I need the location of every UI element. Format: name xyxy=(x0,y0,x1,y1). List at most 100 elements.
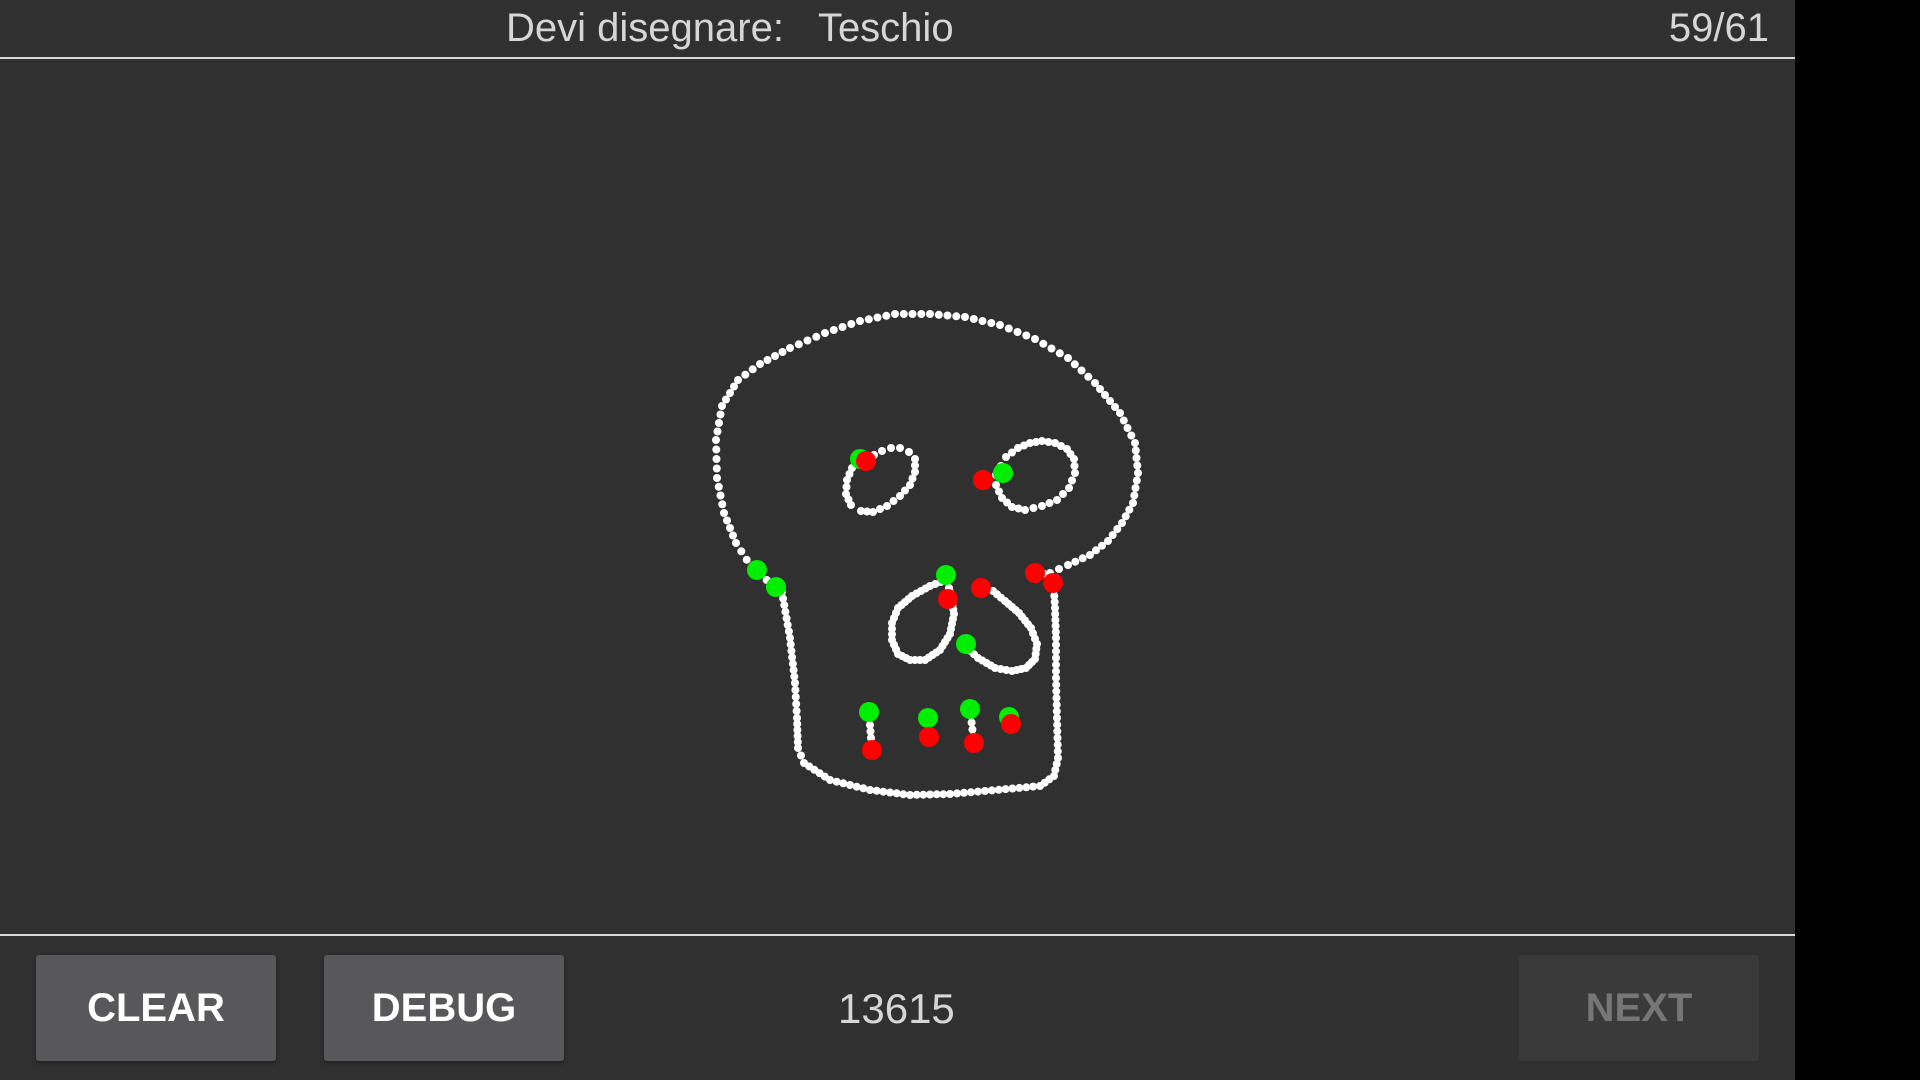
stroke-point xyxy=(713,427,722,436)
stroke-point xyxy=(857,507,865,515)
stroke-start-marker xyxy=(859,702,879,722)
stroke-point xyxy=(763,356,772,364)
stroke-point xyxy=(1071,557,1080,566)
stroke-point xyxy=(968,725,977,734)
stroke-point xyxy=(859,784,868,793)
stroke-point xyxy=(1130,491,1139,500)
debug-button[interactable]: DEBUG xyxy=(324,955,564,1061)
stroke-point xyxy=(714,482,723,491)
stroke-point xyxy=(1084,372,1093,381)
stroke-point xyxy=(1055,349,1064,358)
drawing-canvas[interactable] xyxy=(0,59,1795,934)
stroke-point xyxy=(1070,455,1078,463)
stroke-point xyxy=(716,410,725,419)
stroke-point xyxy=(1053,496,1061,504)
stroke-point xyxy=(1132,476,1141,485)
stroke-point xyxy=(1045,499,1054,507)
drawing-app: Devi disegnare: Teschio 59/61 CLEAR DEBUG… xyxy=(0,0,1795,1080)
stroke-point xyxy=(1070,462,1079,470)
stroke-point xyxy=(943,311,952,320)
stroke-point xyxy=(1086,551,1094,559)
stroke-point xyxy=(791,686,800,694)
stroke-end-marker xyxy=(856,451,876,471)
stroke-point xyxy=(1064,354,1072,362)
stroke-point xyxy=(1065,484,1073,492)
stroke-point xyxy=(1022,331,1031,340)
stroke-point xyxy=(1015,783,1024,792)
prompt-label: Devi disegnare: xyxy=(506,6,784,50)
stroke-point xyxy=(1078,554,1087,563)
stroke-point xyxy=(1008,784,1017,793)
stroke-start-marker xyxy=(747,560,767,580)
stroke-point xyxy=(792,700,801,708)
stroke-point xyxy=(908,310,917,318)
stroke-point xyxy=(1068,476,1076,485)
stroke-point xyxy=(960,788,968,797)
stroke-point xyxy=(1121,512,1130,521)
stroke-point xyxy=(715,419,723,427)
stroke-point xyxy=(729,531,737,540)
stroke-point xyxy=(978,317,987,325)
clear-button[interactable]: CLEAR xyxy=(36,955,276,1061)
stroke-point xyxy=(873,313,882,322)
progress-counter: 59/61 xyxy=(1668,6,1769,50)
stroke-point xyxy=(946,790,954,798)
footer-divider xyxy=(0,934,1795,936)
stroke-point xyxy=(981,787,989,795)
stroke-point xyxy=(992,481,1000,489)
stroke-point xyxy=(734,376,742,384)
stroke-point xyxy=(1022,783,1031,792)
stroke-point xyxy=(838,323,847,331)
stroke-point xyxy=(791,693,800,701)
stroke-point xyxy=(1059,490,1067,498)
stroke-point xyxy=(829,326,838,334)
stroke-end-marker xyxy=(973,470,993,490)
stroke-point xyxy=(856,317,864,325)
header-bar: Devi disegnare: Teschio 59/61 xyxy=(0,0,1795,59)
stroke-point xyxy=(1064,561,1072,569)
stroke-point xyxy=(1119,416,1128,425)
stroke-point xyxy=(1123,424,1132,432)
stroke-end-marker xyxy=(938,589,958,609)
stroke-point xyxy=(926,310,934,318)
score-value: 13615 xyxy=(838,985,955,1032)
stroke-point xyxy=(896,444,904,452)
stroke-point xyxy=(718,500,727,509)
stroke-point xyxy=(778,348,787,356)
stroke-start-marker xyxy=(993,463,1013,483)
stroke-point xyxy=(882,311,891,320)
stroke-point xyxy=(876,505,884,513)
stroke-point xyxy=(794,340,803,349)
stroke-point xyxy=(1031,335,1039,343)
stroke-point xyxy=(896,492,904,500)
next-button[interactable]: NEXT xyxy=(1519,955,1759,1061)
stroke-point xyxy=(1055,565,1063,573)
stroke-point xyxy=(1077,366,1086,375)
stroke-end-marker xyxy=(1043,573,1063,593)
target-word: Teschio xyxy=(817,6,954,50)
stroke-point xyxy=(1071,469,1079,477)
stroke-point xyxy=(791,679,799,687)
stroke-point xyxy=(917,310,926,318)
stroke-end-marker xyxy=(1001,714,1021,734)
stroke-point xyxy=(712,464,721,473)
stroke-point xyxy=(899,310,908,318)
stroke-point xyxy=(1047,344,1056,353)
stroke-start-marker xyxy=(960,699,980,719)
drawing-prompt: Devi disegnare: Teschio xyxy=(506,6,954,51)
stroke-point xyxy=(712,445,721,454)
stroke-point xyxy=(794,744,802,752)
stroke-point xyxy=(797,751,805,760)
stroke-point xyxy=(742,555,751,564)
stroke-point xyxy=(952,312,961,321)
stroke-point xyxy=(891,310,899,318)
stroke-end-marker xyxy=(1025,563,1045,583)
stroke-point xyxy=(889,497,898,505)
stroke-point xyxy=(887,444,895,452)
stroke-start-marker xyxy=(918,708,938,728)
stroke-point xyxy=(839,779,848,788)
stroke-point xyxy=(748,365,757,374)
stroke-point xyxy=(842,483,851,491)
stroke-start-marker xyxy=(936,565,956,585)
stroke-point xyxy=(1070,360,1079,369)
